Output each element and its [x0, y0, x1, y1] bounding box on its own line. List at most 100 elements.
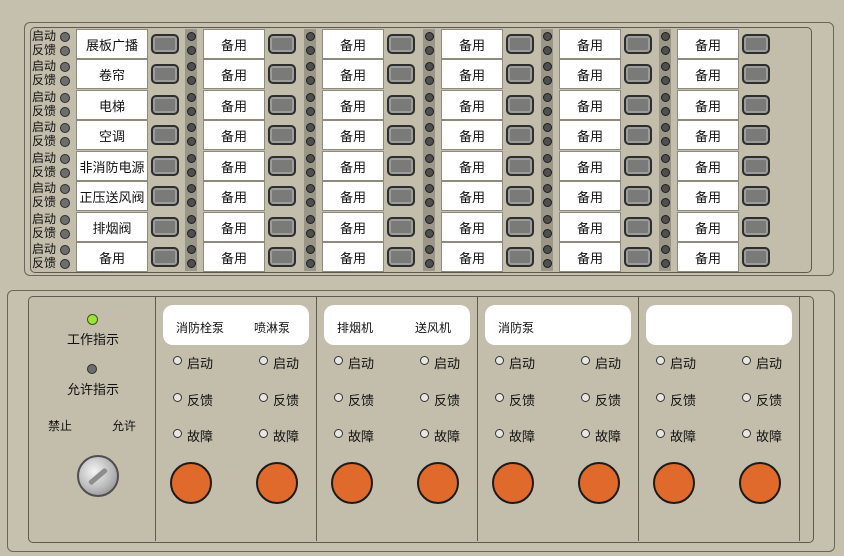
row-feedback-lamp [60, 259, 70, 269]
status-led [306, 93, 315, 102]
channel-button[interactable] [151, 64, 179, 84]
control-button[interactable] [653, 462, 695, 504]
channel-label: 卷帘 [76, 59, 148, 89]
channel-button[interactable] [742, 156, 770, 176]
channel-button[interactable] [506, 247, 534, 267]
channel-button[interactable] [268, 156, 296, 176]
status-led [306, 154, 315, 163]
channel-button[interactable] [506, 34, 534, 54]
channel-button[interactable] [387, 247, 415, 267]
channel-button[interactable] [624, 64, 652, 84]
status-led [543, 32, 552, 41]
channel-button[interactable] [624, 156, 652, 176]
channel-label: 备用 [203, 29, 265, 59]
key-switch[interactable] [77, 455, 119, 497]
status-label: 启动 [595, 357, 622, 372]
row-start-label: 启动 [32, 181, 57, 195]
channel-button[interactable] [151, 186, 179, 206]
control-button[interactable] [417, 462, 459, 504]
channel-button[interactable] [624, 34, 652, 54]
control-button[interactable] [578, 462, 620, 504]
channel-button[interactable] [387, 64, 415, 84]
channel-button[interactable] [151, 34, 179, 54]
channel-label: 备用 [203, 120, 265, 150]
group-divider-5 [799, 296, 800, 541]
status-led [661, 46, 670, 55]
status-indicator [173, 393, 182, 402]
channel-button[interactable] [506, 95, 534, 115]
channel-button[interactable] [506, 217, 534, 237]
status-led [543, 229, 552, 238]
status-indicator [495, 429, 504, 438]
status-led [425, 46, 434, 55]
group-divider-4 [638, 296, 639, 541]
channel-button[interactable] [387, 95, 415, 115]
channel-button[interactable] [624, 247, 652, 267]
channel-label: 备用 [441, 242, 503, 272]
channel-button[interactable] [624, 95, 652, 115]
row-feedback-label: 反馈 [32, 104, 57, 118]
status-indicator [656, 393, 665, 402]
status-led [306, 168, 315, 177]
status-led [661, 184, 670, 193]
channel-button[interactable] [742, 125, 770, 145]
channel-button[interactable] [742, 186, 770, 206]
channel-button[interactable] [151, 125, 179, 145]
status-indicator [495, 356, 504, 365]
channel-button[interactable] [387, 34, 415, 54]
status-led [661, 229, 670, 238]
channel-button[interactable] [387, 186, 415, 206]
channel-button[interactable] [742, 217, 770, 237]
channel-button[interactable] [624, 125, 652, 145]
channel-button[interactable] [624, 186, 652, 206]
channel-label: 备用 [76, 242, 148, 272]
channel-button[interactable] [387, 125, 415, 145]
status-led [306, 245, 315, 254]
row-start-lamp [60, 245, 70, 255]
channel-label: 正压送风阀 [76, 181, 148, 211]
channel-button[interactable] [387, 217, 415, 237]
row-start-label: 启动 [32, 90, 57, 104]
row-feedback-lamp [60, 107, 70, 117]
channel-button[interactable] [151, 217, 179, 237]
status-indicator [581, 356, 590, 365]
channel-button[interactable] [268, 217, 296, 237]
channel-button[interactable] [268, 64, 296, 84]
channel-button[interactable] [506, 125, 534, 145]
control-button[interactable] [331, 462, 373, 504]
control-button[interactable] [492, 462, 534, 504]
channel-button[interactable] [268, 247, 296, 267]
status-led [661, 62, 670, 71]
row-start-lamp [60, 32, 70, 42]
channel-button[interactable] [268, 186, 296, 206]
status-led [543, 93, 552, 102]
status-led [543, 76, 552, 85]
channel-button[interactable] [268, 125, 296, 145]
channel-button[interactable] [742, 34, 770, 54]
control-button[interactable] [170, 462, 212, 504]
channel-button[interactable] [506, 64, 534, 84]
status-led [425, 62, 434, 71]
channel-button[interactable] [506, 186, 534, 206]
row-start-lamp [60, 184, 70, 194]
channel-button[interactable] [387, 156, 415, 176]
status-label: 反馈 [434, 394, 461, 409]
channel-button[interactable] [151, 247, 179, 267]
channel-button[interactable] [268, 34, 296, 54]
control-button[interactable] [739, 462, 781, 504]
channel-button[interactable] [151, 95, 179, 115]
channel-button[interactable] [624, 217, 652, 237]
row-feedback-lamp [60, 46, 70, 56]
channel-button[interactable] [742, 95, 770, 115]
channel-button[interactable] [742, 64, 770, 84]
channel-label: 空调 [76, 120, 148, 150]
channel-button[interactable] [742, 247, 770, 267]
channel-button[interactable] [506, 156, 534, 176]
status-indicator [334, 393, 343, 402]
status-label: 故障 [187, 430, 214, 445]
control-button[interactable] [256, 462, 298, 504]
status-label: 故障 [348, 430, 375, 445]
channel-button[interactable] [151, 156, 179, 176]
channel-button[interactable] [268, 95, 296, 115]
allow-indicator-label: 允许指示 [67, 383, 120, 398]
